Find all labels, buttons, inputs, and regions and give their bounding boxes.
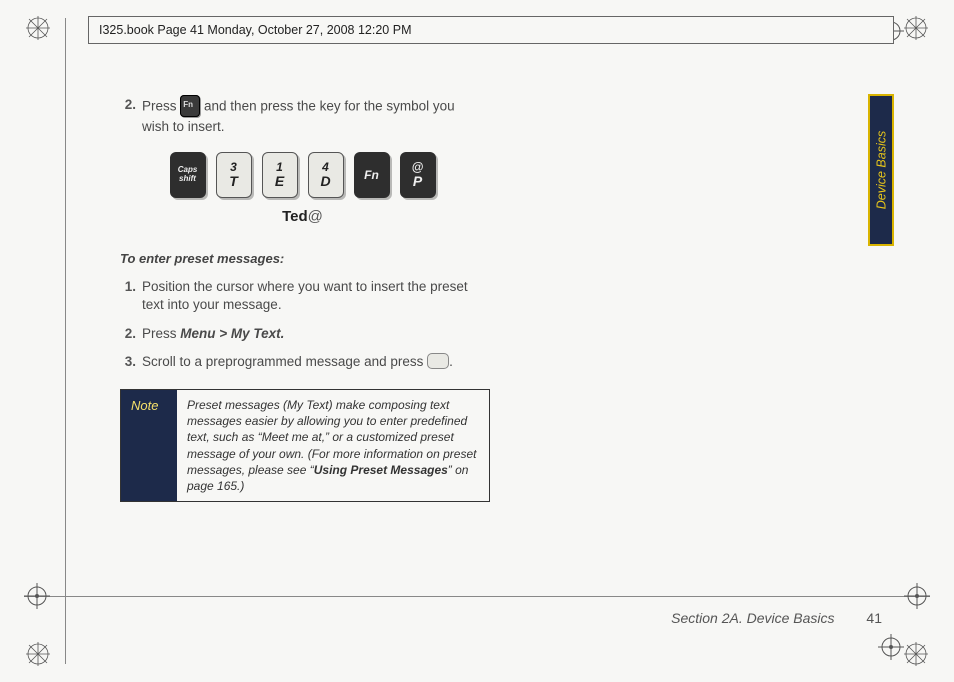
instruction-step: 1. Position the cursor where you want to… [120, 278, 485, 314]
instruction-step: 2. Press and then press the key for the … [120, 96, 485, 136]
step-number: 2. [120, 96, 142, 136]
crop-mark-icon [24, 640, 52, 668]
footer-page-number: 41 [866, 610, 882, 626]
crop-mark-icon [902, 14, 930, 42]
key-3t-icon: 3 T [216, 152, 252, 198]
step-number: 3. [120, 353, 142, 371]
ok-button-key-icon [427, 353, 449, 369]
page-footer: Section 2A. Device Basics 41 [120, 610, 882, 626]
crop-mark-icon [902, 640, 930, 668]
note-label: Note [121, 390, 177, 501]
fn-key-icon [180, 95, 200, 117]
key-4d-icon: 4 D [308, 152, 344, 198]
caps-shift-key-icon: Caps shift [170, 152, 206, 198]
step-text: Press and then press the key for the sym… [142, 96, 485, 136]
note-body: Preset messages (My Text) make composing… [177, 390, 489, 501]
section-side-tab-label: Device Basics [874, 131, 888, 210]
keyboard-key-row: Caps shift 3 T 1 E 4 D Fn @ P [120, 152, 485, 198]
instruction-step: 3. Scroll to a preprogrammed message and… [120, 353, 485, 371]
step-number: 2. [120, 325, 142, 343]
page-meta-header: I325.book Page 41 Monday, October 27, 20… [88, 16, 894, 44]
typed-output-sample: Ted@ [120, 208, 485, 225]
fn-key-icon: Fn [354, 152, 390, 198]
step-text: Scroll to a preprogrammed message and pr… [142, 353, 485, 371]
trim-line-vertical [65, 18, 66, 664]
note-box: Note Preset messages (My Text) make comp… [120, 389, 490, 502]
crop-mark-icon [24, 14, 52, 42]
register-target-icon [24, 583, 50, 609]
section-side-tab: Device Basics [868, 94, 894, 246]
key-at-p-icon: @ P [400, 152, 436, 198]
instruction-step: 2. Press Menu > My Text. [120, 325, 485, 343]
trim-line-horizontal [24, 596, 930, 597]
register-target-icon [878, 634, 904, 660]
subheading: To enter preset messages: [120, 251, 485, 266]
footer-section: Section 2A. Device Basics [671, 610, 834, 626]
step-text: Press Menu > My Text. [142, 325, 485, 343]
step-number: 1. [120, 278, 142, 314]
key-1e-icon: 1 E [262, 152, 298, 198]
step-text: Position the cursor where you want to in… [142, 278, 485, 314]
page-content: 2. Press and then press the key for the … [120, 96, 485, 502]
register-target-icon [904, 583, 930, 609]
